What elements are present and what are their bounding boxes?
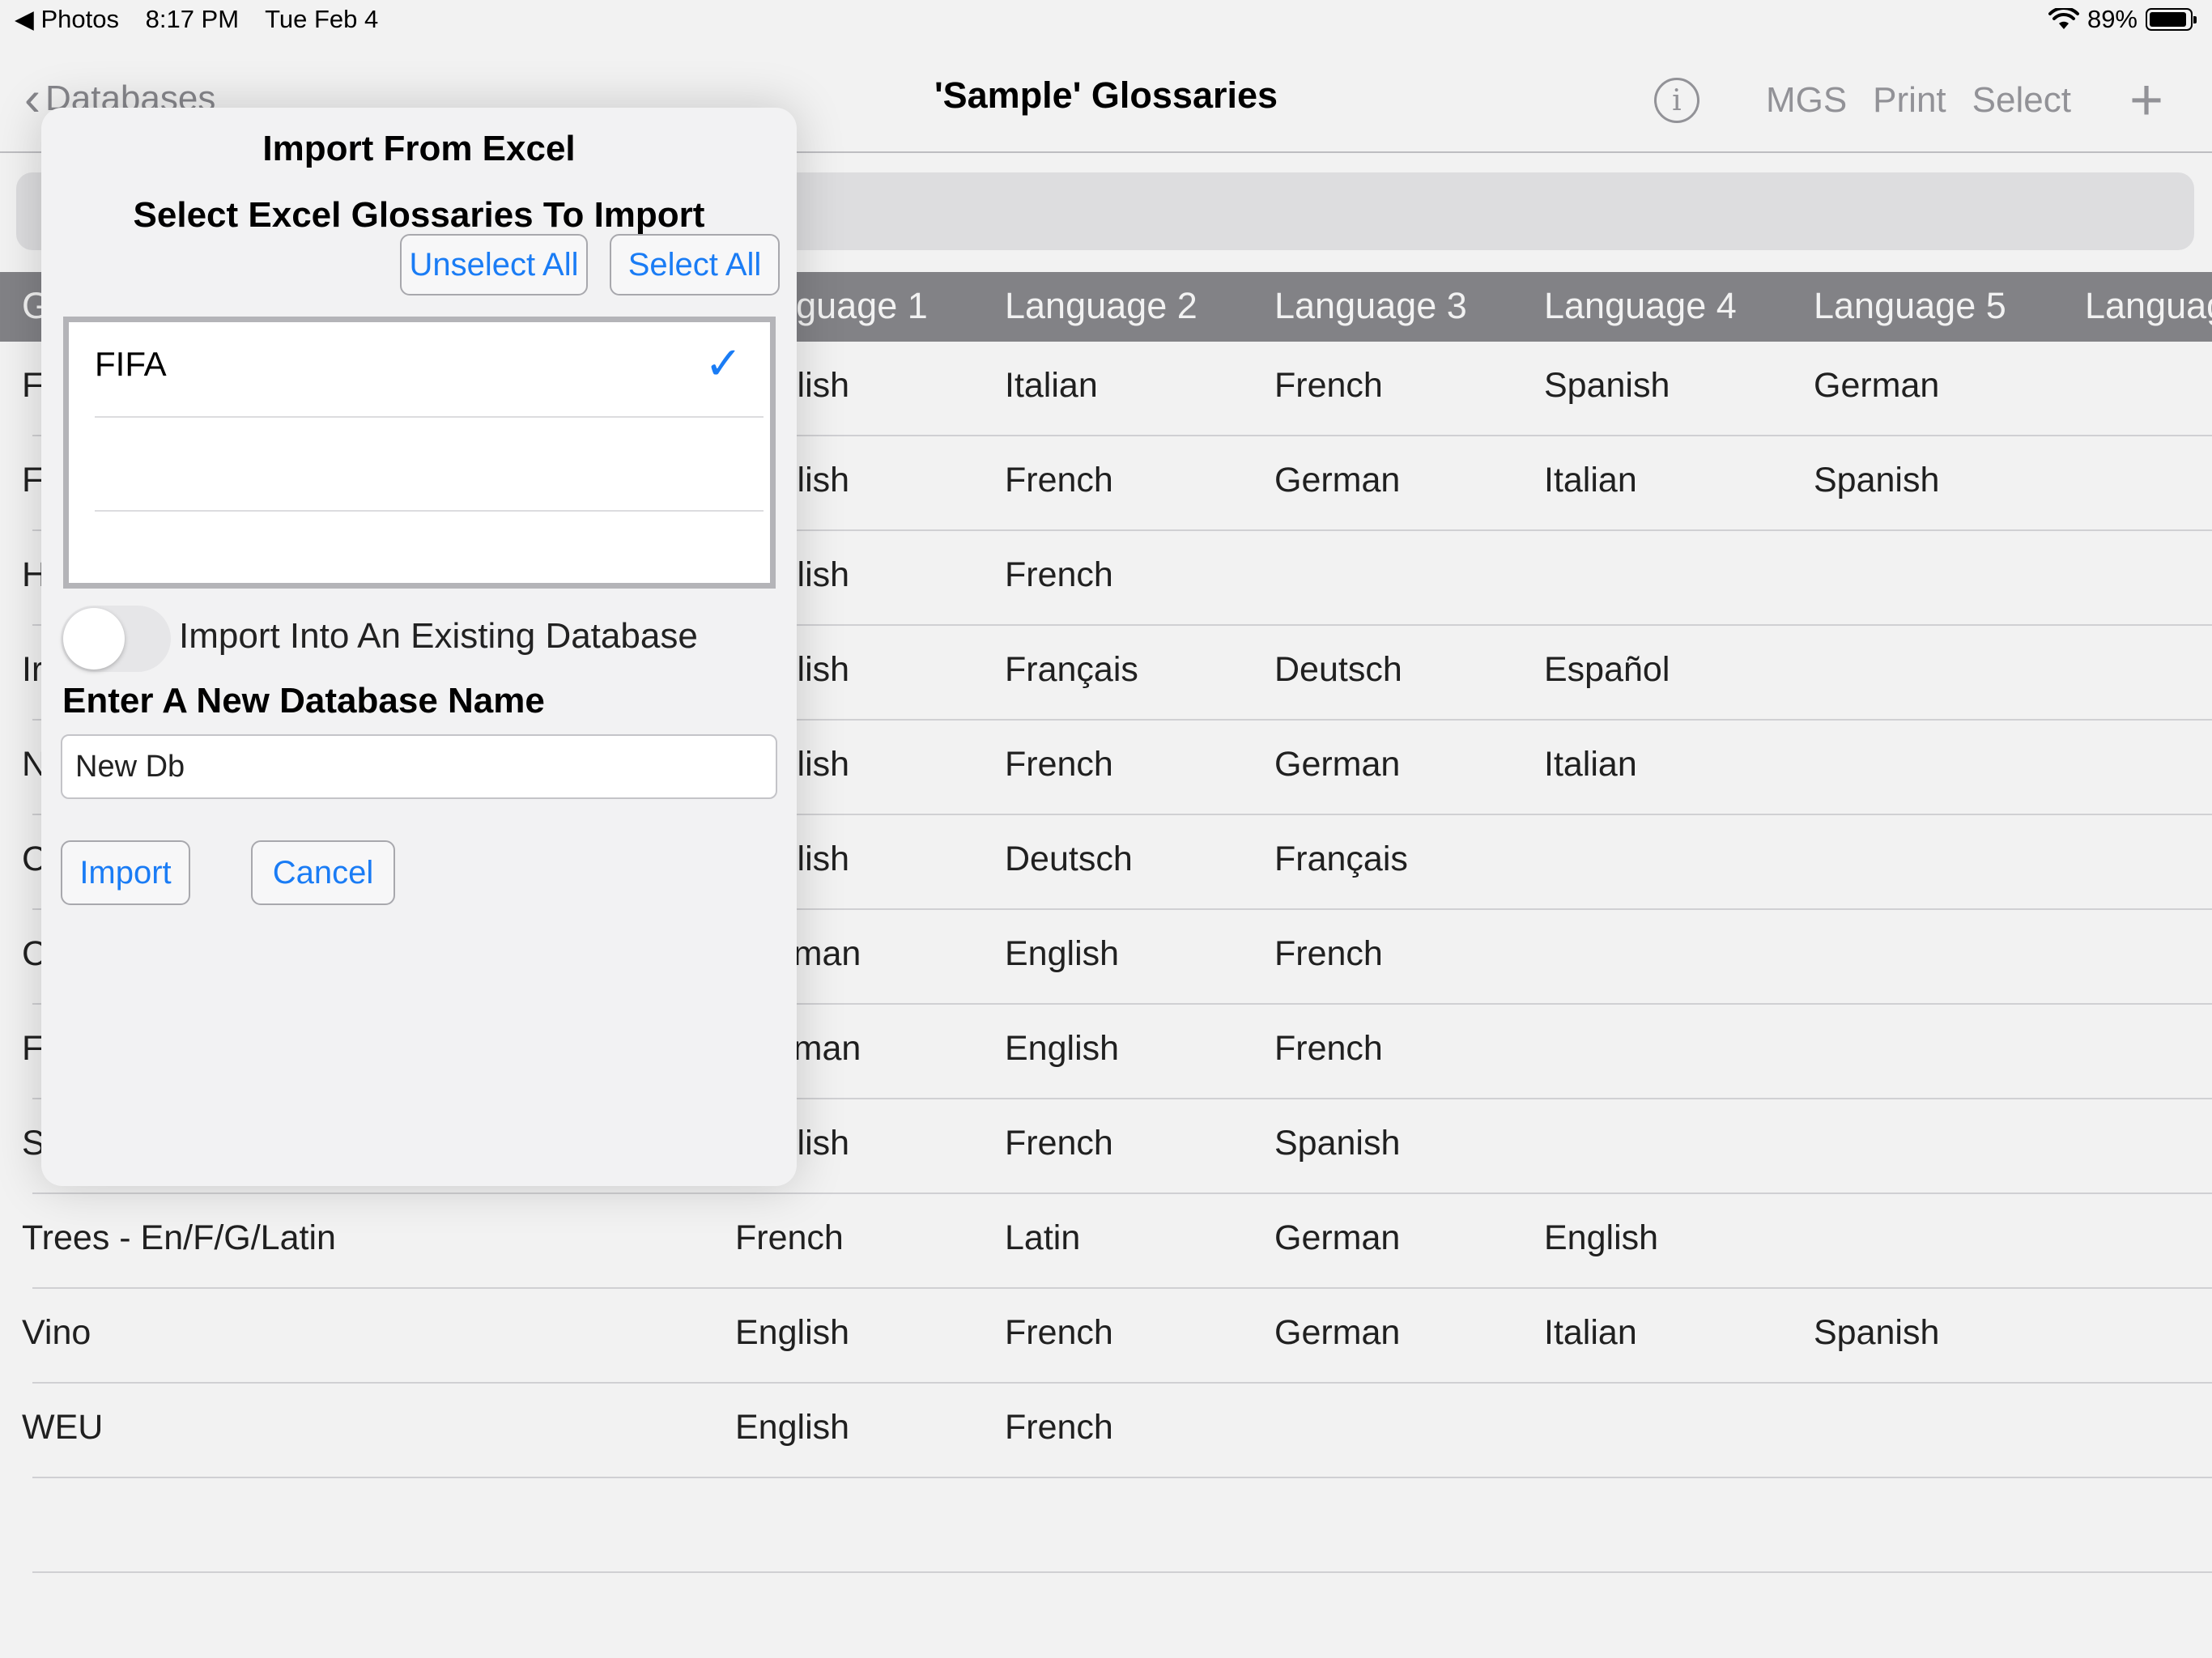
table-cell: Italian <box>1005 366 1098 405</box>
list-item[interactable]: FIFA ✓ <box>95 322 764 418</box>
plus-icon[interactable]: + <box>2129 71 2163 130</box>
toggle-knob <box>63 608 125 670</box>
table-cell: Spanish <box>1274 1124 1401 1163</box>
mgs-button[interactable]: MGS <box>1766 80 1847 121</box>
import-dialog: Import From Excel Select Excel Glossarie… <box>41 108 797 1186</box>
table-cell: English <box>735 1408 850 1447</box>
table-cell: Spanish <box>1814 461 1940 500</box>
existing-database-toggle[interactable] <box>61 606 171 672</box>
checkmark-icon: ✓ <box>704 338 742 389</box>
table-cell: French <box>1005 461 1113 500</box>
table-cell: F <box>22 1029 44 1068</box>
column-header[interactable]: Language 5 <box>1814 285 2006 327</box>
battery-percent: 89% <box>2087 5 2138 33</box>
table-row-empty <box>0 1478 2212 1573</box>
table-cell: German <box>1274 745 1401 784</box>
unselect-all-button[interactable]: Unselect All <box>400 234 588 295</box>
select-all-button[interactable]: Select All <box>610 234 780 295</box>
table-cell: Latin <box>1005 1218 1081 1257</box>
table-cell: English <box>1005 934 1120 973</box>
row-divider <box>32 1571 2212 1573</box>
table-row[interactable]: Trees - En/F/G/Latin French Latin German Eng… <box>0 1194 2212 1289</box>
table-cell: French <box>1274 366 1383 405</box>
table-cell: German <box>1274 1313 1401 1352</box>
battery-fill <box>2150 12 2186 27</box>
table-cell: Français <box>1274 840 1408 878</box>
table-cell: French <box>1005 745 1113 784</box>
table-cell: Deutsch <box>1005 840 1133 878</box>
table-row[interactable]: WEU English French <box>0 1384 2212 1478</box>
table-cell: English <box>1544 1218 1659 1257</box>
new-database-label: Enter A New Database Name <box>62 681 545 721</box>
table-cell: French <box>735 1218 844 1257</box>
table-cell: Italian <box>1544 745 1637 784</box>
table-cell: WEU <box>22 1408 104 1447</box>
back-to-app-link[interactable]: ◀ Photos <box>15 5 119 33</box>
table-cell: Español <box>1544 650 1670 689</box>
table-cell: Spanish <box>1544 366 1670 405</box>
status-bar: ◀ Photos 8:17 PM Tue Feb 4 89% <box>0 0 2212 42</box>
import-button[interactable]: Import <box>61 840 190 905</box>
column-header[interactable]: Language 3 <box>1274 285 1467 327</box>
table-cell: Italian <box>1544 1313 1637 1352</box>
table-cell: Deutsch <box>1274 650 1402 689</box>
dialog-subtitle: Select Excel Glossaries To Import <box>133 195 705 235</box>
table-cell: F <box>22 366 44 405</box>
table-cell: Italian <box>1544 461 1637 500</box>
info-icon[interactable]: i <box>1653 78 1699 123</box>
table-cell: French <box>1005 1124 1113 1163</box>
table-cell: French <box>1005 1408 1113 1447</box>
table-cell: Français <box>1005 650 1138 689</box>
column-header[interactable]: Language 2 <box>1005 285 1197 327</box>
new-database-name-input[interactable] <box>61 734 777 799</box>
status-time: 8:17 PM <box>145 5 240 33</box>
table-row[interactable]: Vino English French German Italian Spanish <box>0 1289 2212 1384</box>
list-item[interactable] <box>95 510 764 604</box>
table-cell: French <box>1005 555 1113 594</box>
status-date: Tue Feb 4 <box>265 5 379 33</box>
wifi-icon <box>2048 8 2079 29</box>
table-cell: English <box>1005 1029 1120 1068</box>
table-cell: German <box>1274 461 1401 500</box>
list-item[interactable] <box>95 416 764 512</box>
column-header[interactable]: Language 6 <box>2085 285 2212 327</box>
status-left: ◀ Photos 8:17 PM Tue Feb 4 <box>15 5 398 34</box>
table-cell: French <box>1274 1029 1383 1068</box>
toggle-label: Import Into An Existing Database <box>179 616 698 656</box>
table-cell: French <box>1274 934 1383 973</box>
print-button[interactable]: Print <box>1873 80 1946 121</box>
table-cell: Trees - En/F/G/Latin <box>22 1218 336 1257</box>
table-cell: English <box>735 1313 850 1352</box>
table-cell: French <box>1005 1313 1113 1352</box>
table-cell: Vino <box>22 1313 91 1352</box>
status-right: 89% <box>2048 5 2197 34</box>
table-cell: German <box>1274 1218 1401 1257</box>
table-cell: Ir <box>22 650 44 689</box>
table-cell: F <box>22 461 44 500</box>
battery-icon <box>2146 8 2197 31</box>
table-cell: German <box>1814 366 1940 405</box>
nav-actions: i MGS Print Select + <box>1653 71 2163 130</box>
glossary-name: FIFA <box>95 345 167 383</box>
glossary-list: FIFA ✓ <box>63 317 776 589</box>
column-header[interactable]: Language 4 <box>1544 285 1737 327</box>
cancel-button[interactable]: Cancel <box>251 840 395 905</box>
select-button[interactable]: Select <box>1972 80 2071 121</box>
dialog-title: Import From Excel <box>262 129 576 168</box>
table-cell: Spanish <box>1814 1313 1940 1352</box>
